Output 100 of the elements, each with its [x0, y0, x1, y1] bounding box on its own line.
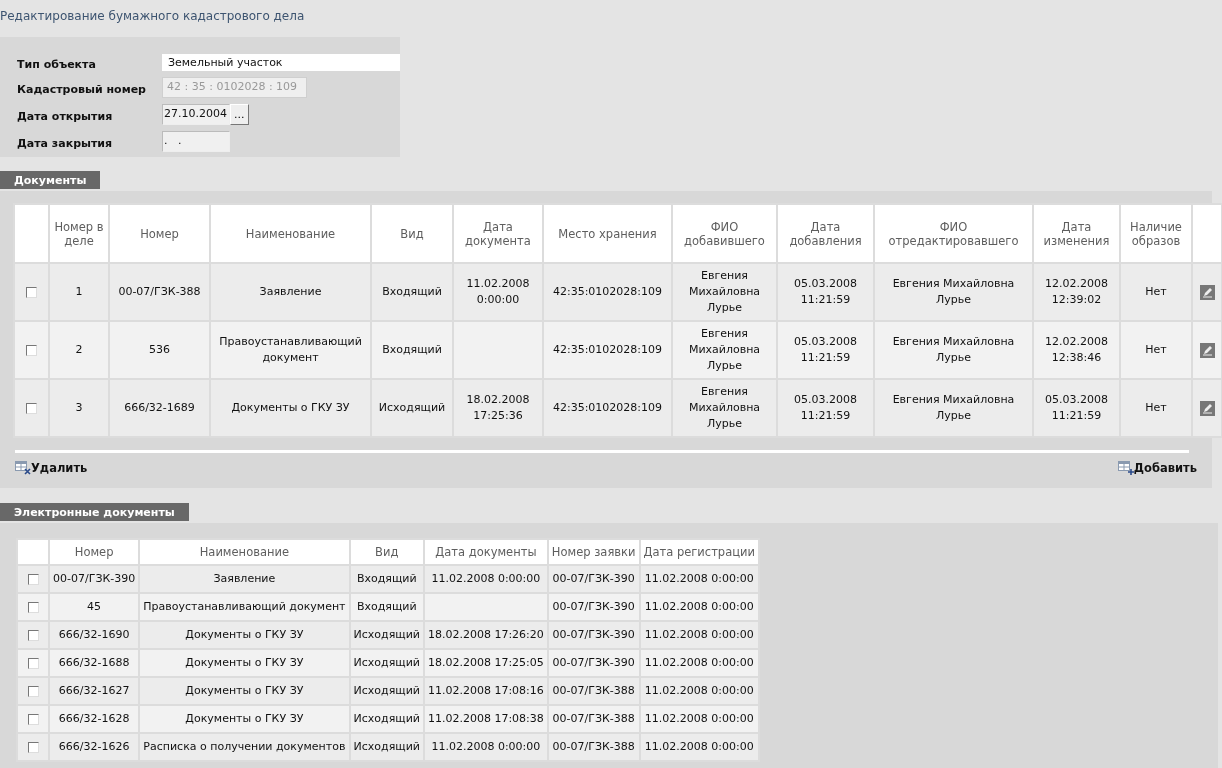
- table-cell: Нет: [1121, 264, 1191, 320]
- table-cell: 00-07/ГЗК-388: [548, 706, 639, 732]
- table-cell: 00-07/ГЗК-388: [110, 264, 209, 320]
- edit-icon[interactable]: [1199, 400, 1215, 416]
- table-cell: Нет: [1121, 380, 1191, 436]
- table-cell: 00-07/ГЗК-390: [548, 622, 639, 648]
- table-cell: 536: [110, 322, 209, 378]
- table-cell: 3: [50, 380, 108, 436]
- table-cell: Заявление: [140, 566, 349, 592]
- column-header: Дата документа: [454, 205, 542, 262]
- date-picker-button[interactable]: ...: [230, 104, 249, 125]
- table-cell: Евгения Михайловна Лурье: [673, 264, 776, 320]
- table-cell: 666/32-1690: [50, 622, 139, 648]
- checkbox[interactable]: [27, 741, 39, 753]
- object-type-select[interactable]: Земельный участок: [162, 54, 400, 71]
- date-field[interactable]: 27.10.2004: [162, 104, 230, 125]
- checkbox[interactable]: [27, 629, 39, 641]
- checkbox[interactable]: [26, 344, 37, 356]
- table-cell: Евгения Михайловна Лурье: [673, 380, 776, 436]
- table-cell: 12.02.2008 12:38:46: [1034, 322, 1119, 378]
- table-delete-icon: [15, 461, 31, 475]
- column-header: Дата регистрации: [640, 540, 758, 564]
- checkbox[interactable]: [27, 573, 39, 585]
- table-cell: Входящий: [372, 322, 452, 378]
- checkbox[interactable]: [26, 402, 37, 414]
- add-button[interactable]: Добавить: [1117, 461, 1197, 475]
- table-cell: 11.02.2008 0:00:00: [640, 678, 758, 704]
- column-header: ФИО добавившего: [673, 205, 776, 262]
- table-cell: 11.02.2008 0:00:00: [454, 264, 542, 320]
- checkbox[interactable]: [27, 657, 39, 669]
- table-cell: Правоустанавливающий документ: [211, 322, 370, 378]
- table-cell: Исходящий: [350, 706, 423, 732]
- header-cell: [18, 540, 48, 564]
- checkbox[interactable]: [27, 713, 39, 725]
- table-cell: 666/32-1688: [50, 650, 139, 676]
- table-cell: Входящий: [350, 566, 423, 592]
- checkbox[interactable]: [27, 601, 39, 613]
- table-cell: 11.02.2008 0:00:00: [640, 566, 758, 592]
- table-cell: 00-07/ГЗК-390: [548, 566, 639, 592]
- column-header: Наименование: [211, 205, 370, 262]
- table-cell: 18.02.2008 17:25:36: [454, 380, 542, 436]
- column-header: Дата документы: [424, 540, 547, 564]
- date-field[interactable]: . .: [162, 131, 230, 152]
- table-cell: 00-07/ГЗК-390: [548, 594, 639, 620]
- table-cell: 00-07/ГЗК-388: [548, 734, 639, 760]
- column-header: Номер заявки: [548, 540, 639, 564]
- field-label: Кадастровый номер: [17, 81, 147, 96]
- table-cell: 1: [50, 264, 108, 320]
- table-cell: 666/32-1626: [50, 734, 139, 760]
- field-label: Тип объекта: [17, 56, 97, 71]
- column-header: Наименование: [140, 540, 349, 564]
- table-cell: 2: [50, 322, 108, 378]
- column-header: Номер: [110, 205, 209, 262]
- column-header: Дата добавления: [778, 205, 873, 262]
- table-cell: 666/32-1689: [110, 380, 209, 436]
- table-cell: 18.02.2008 17:26:20: [424, 622, 547, 648]
- delete-button[interactable]: Удалить: [15, 461, 88, 475]
- readonly-field: 42 : 35 : 0102028 : 109: [162, 77, 307, 98]
- checkbox[interactable]: [27, 685, 39, 697]
- header-cell: [1193, 205, 1221, 262]
- table-cell: Расписка о получении документов: [140, 734, 349, 760]
- table-cell: 45: [50, 594, 139, 620]
- table-cell: 05.03.2008 11:21:59: [778, 380, 873, 436]
- page-title: Редактирование бумажного кадастрового дела: [0, 8, 306, 25]
- table-cell: Документы о ГКУ ЗУ: [140, 678, 349, 704]
- checkbox[interactable]: [26, 286, 37, 298]
- edit-icon[interactable]: [1199, 284, 1215, 300]
- table-cell: 11.02.2008 0:00:00: [640, 734, 758, 760]
- table-cell: 42:35:0102028:109: [544, 264, 671, 320]
- table-cell: Документы о ГКУ ЗУ: [140, 650, 349, 676]
- table-cell: 42:35:0102028:109: [544, 322, 671, 378]
- header-cell: [15, 205, 48, 262]
- column-header: Вид: [350, 540, 423, 564]
- table-cell: Евгения Михайловна Лурье: [875, 322, 1032, 378]
- table-cell: 05.03.2008 11:21:59: [778, 264, 873, 320]
- table-cell: 666/32-1628: [50, 706, 139, 732]
- table-cell: 11.02.2008 0:00:00: [640, 594, 758, 620]
- table-cell: 18.02.2008 17:25:05: [424, 650, 547, 676]
- column-header: Наличие образов: [1121, 205, 1191, 262]
- column-header: Дата изменения: [1034, 205, 1119, 262]
- table-cell: 00-07/ГЗК-388: [548, 678, 639, 704]
- table-cell: Входящий: [350, 594, 423, 620]
- table-cell: 666/32-1627: [50, 678, 139, 704]
- table-cell: 00-07/ГЗК-390: [50, 566, 139, 592]
- table-cell: Входящий: [372, 264, 452, 320]
- field-label: Дата открытия: [17, 108, 114, 123]
- table-cell: 11.02.2008 17:08:16: [424, 678, 547, 704]
- table-cell: Исходящий: [350, 622, 423, 648]
- edit-icon[interactable]: [1199, 342, 1215, 358]
- column-header: Номер в деле: [50, 205, 108, 262]
- table-add-icon: [1117, 461, 1134, 475]
- table-cell: 11.02.2008 0:00:00: [640, 706, 758, 732]
- table-cell: 11.02.2008 17:08:38: [424, 706, 547, 732]
- table-cell: Исходящий: [350, 678, 423, 704]
- table-cell: Евгения Михайловна Лурье: [673, 322, 776, 378]
- table-cell: 11.02.2008 0:00:00: [424, 566, 547, 592]
- table-cell: 12.02.2008 12:39:02: [1034, 264, 1119, 320]
- column-header: Место хранения: [544, 205, 671, 262]
- table-cell: 05.03.2008 11:21:59: [1034, 380, 1119, 436]
- table-cell: Исходящий: [350, 650, 423, 676]
